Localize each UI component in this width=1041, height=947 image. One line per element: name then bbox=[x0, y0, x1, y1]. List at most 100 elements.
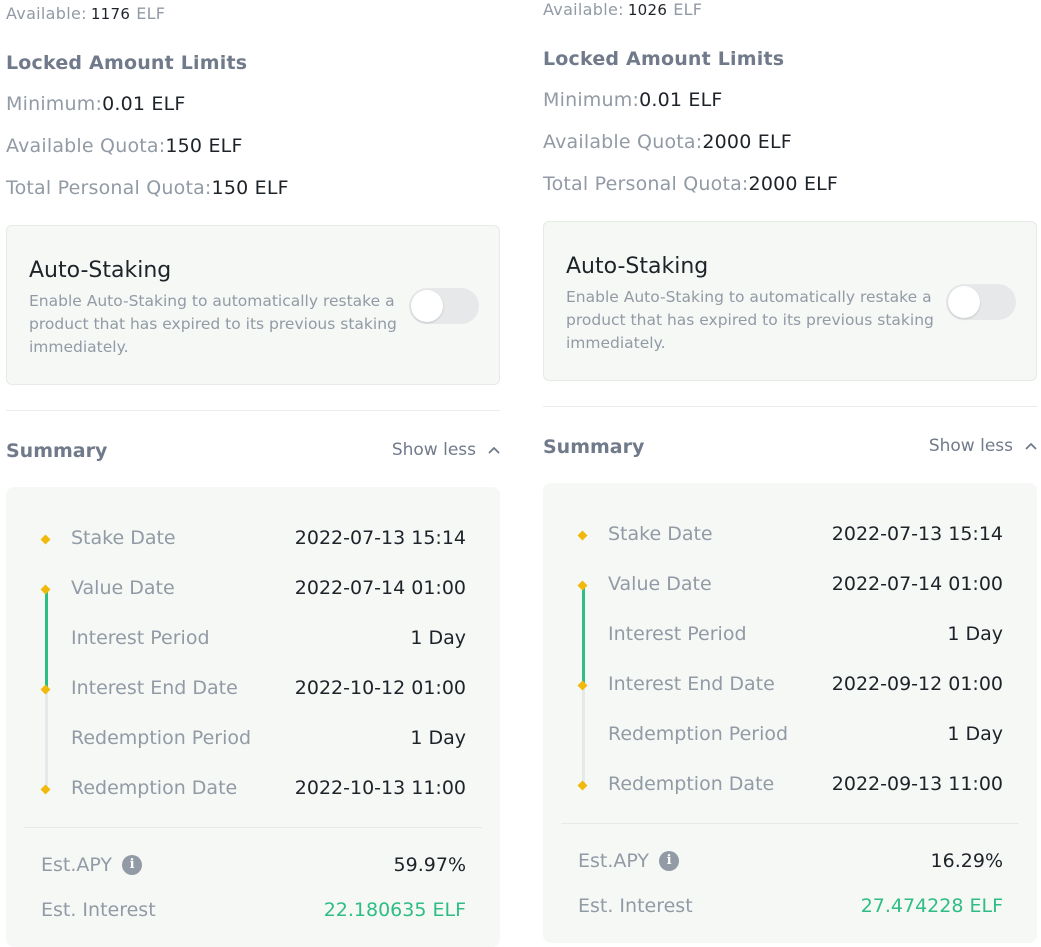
timeline-value: 1 Day bbox=[947, 723, 1003, 745]
total-personal-quota-row: Total Personal Quota:2000 ELF bbox=[543, 173, 838, 195]
total-quota-label: Total Personal Quota: bbox=[543, 173, 749, 195]
est-apy-value: 16.29% bbox=[930, 850, 1003, 872]
diamond-icon bbox=[40, 534, 51, 545]
timeline-row: Interest Period 1 Day bbox=[543, 623, 1037, 653]
est-apy-label: Est.APY bbox=[578, 850, 650, 872]
est-interest-label: Est. Interest bbox=[578, 895, 693, 917]
info-icon[interactable]: i bbox=[659, 851, 680, 871]
show-less-button[interactable]: Show less bbox=[929, 436, 1037, 456]
timeline-row: Interest End Date 2022-10-12 01:00 bbox=[6, 677, 500, 707]
minimum-value: 0.01 ELF bbox=[639, 89, 723, 111]
total-quota-label: Total Personal Quota: bbox=[6, 177, 212, 199]
timeline-row: Redemption Period 1 Day bbox=[543, 723, 1037, 753]
available-quota-label: Available Quota: bbox=[543, 131, 703, 153]
timeline-value: 2022-09-13 11:00 bbox=[831, 773, 1003, 795]
show-less-label: Show less bbox=[928, 436, 1013, 456]
summary-title: Summary bbox=[6, 440, 108, 462]
diamond-icon bbox=[577, 580, 588, 591]
available-balance: Available: 1176 ELF bbox=[6, 4, 165, 23]
diamond-icon bbox=[577, 780, 588, 791]
toggle-knob bbox=[411, 290, 443, 322]
auto-staking-toggle[interactable] bbox=[946, 284, 1016, 320]
est-interest-value: 27.474228 ELF bbox=[860, 895, 1003, 917]
auto-staking-card: Auto-Staking Enable Auto-Staking to auto… bbox=[6, 225, 500, 385]
auto-staking-description: Enable Auto-Staking to automatically res… bbox=[566, 288, 934, 352]
available-value: 1176 bbox=[90, 5, 131, 23]
locked-amount-limits-title: Locked Amount Limits bbox=[543, 48, 785, 70]
total-personal-quota-row: Total Personal Quota:150 ELF bbox=[6, 177, 289, 199]
total-quota-value: 150 ELF bbox=[211, 177, 289, 199]
staking-panel-right: Available: 1026 ELF Locked Amount Limits M… bbox=[543, 0, 1039, 943]
locked-amount-limits-title: Locked Amount Limits bbox=[6, 52, 248, 74]
timeline-value: 1 Day bbox=[947, 623, 1003, 645]
timeline-row: Value Date 2022-07-14 01:00 bbox=[543, 573, 1037, 603]
available-quota-row: Available Quota:2000 ELF bbox=[543, 131, 792, 153]
timeline-label: Interest End Date bbox=[608, 673, 775, 695]
timeline-label: Value Date bbox=[608, 573, 712, 595]
timeline-label: Interest Period bbox=[71, 627, 210, 649]
timeline-value: 2022-10-13 11:00 bbox=[294, 777, 466, 799]
minimum-label: Minimum: bbox=[6, 93, 103, 115]
est-apy-label: Est.APY bbox=[41, 854, 113, 876]
available-quota-value: 2000 ELF bbox=[702, 131, 792, 153]
timeline-row: Redemption Date 2022-10-13 11:00 bbox=[6, 777, 500, 807]
timeline-value: 2022-09-12 01:00 bbox=[831, 673, 1003, 695]
available-value: 1026 bbox=[627, 1, 668, 19]
summary-divider bbox=[24, 827, 482, 828]
chevron-up-icon bbox=[488, 447, 500, 454]
timeline-value: 2022-10-12 01:00 bbox=[294, 677, 466, 699]
available-unit: ELF bbox=[673, 0, 703, 19]
staking-panel-left: Available: 1176 ELF Locked Amount Limits M… bbox=[6, 0, 502, 947]
summary-timeline: Stake Date 2022-07-13 15:14 Value Date 2022… bbox=[543, 483, 1037, 813]
est-apy-label-group: Est.APY i bbox=[41, 854, 143, 876]
section-divider bbox=[6, 410, 500, 411]
minimum-row: Minimum:0.01 ELF bbox=[6, 93, 186, 115]
est-interest-value: 22.180635 ELF bbox=[323, 899, 466, 921]
timeline-row: Stake Date 2022-07-13 15:14 bbox=[6, 527, 500, 557]
timeline-value: 1 Day bbox=[410, 727, 466, 749]
timeline-label: Value Date bbox=[71, 577, 175, 599]
timeline-row: Redemption Period 1 Day bbox=[6, 727, 500, 757]
show-less-button[interactable]: Show less bbox=[392, 440, 500, 460]
diamond-icon bbox=[40, 584, 51, 595]
timeline-label: Redemption Period bbox=[71, 727, 252, 749]
diamond-icon bbox=[40, 684, 51, 695]
timeline-label: Stake Date bbox=[608, 523, 713, 545]
timeline-value: 1 Day bbox=[410, 627, 466, 649]
toggle-knob bbox=[948, 286, 980, 318]
est-apy-value: 59.97% bbox=[393, 854, 466, 876]
diamond-icon bbox=[40, 784, 51, 795]
diamond-icon bbox=[577, 680, 588, 691]
est-apy-label-group: Est.APY i bbox=[578, 850, 680, 872]
show-less-label: Show less bbox=[391, 440, 476, 460]
timeline-value: 2022-07-13 15:14 bbox=[831, 523, 1003, 545]
timeline-row: Redemption Date 2022-09-13 11:00 bbox=[543, 773, 1037, 803]
timeline-value: 2022-07-13 15:14 bbox=[294, 527, 466, 549]
available-quota-label: Available Quota: bbox=[6, 135, 166, 157]
diamond-icon bbox=[577, 530, 588, 541]
available-balance: Available: 1026 ELF bbox=[543, 0, 702, 19]
est-interest-label: Est. Interest bbox=[41, 899, 156, 921]
auto-staking-toggle[interactable] bbox=[409, 288, 479, 324]
timeline-row: Interest Period 1 Day bbox=[6, 627, 500, 657]
timeline-row: Value Date 2022-07-14 01:00 bbox=[6, 577, 500, 607]
timeline-value: 2022-07-14 01:00 bbox=[294, 577, 466, 599]
auto-staking-title: Auto-Staking bbox=[29, 258, 172, 283]
available-label: Available: bbox=[543, 0, 624, 19]
available-quota-row: Available Quota:150 ELF bbox=[6, 135, 243, 157]
summary-divider bbox=[561, 823, 1019, 824]
summary-timeline: Stake Date 2022-07-13 15:14 Value Date 2022… bbox=[6, 487, 500, 817]
timeline-label: Redemption Date bbox=[608, 773, 775, 795]
chevron-up-icon bbox=[1025, 443, 1037, 450]
summary-card: Stake Date 2022-07-13 15:14 Value Date 2022… bbox=[543, 483, 1037, 943]
summary-card: Stake Date 2022-07-13 15:14 Value Date 2022… bbox=[6, 487, 500, 947]
minimum-label: Minimum: bbox=[543, 89, 640, 111]
auto-staking-title: Auto-Staking bbox=[566, 254, 709, 279]
timeline-label: Interest Period bbox=[608, 623, 747, 645]
section-divider bbox=[543, 406, 1037, 407]
available-label: Available: bbox=[6, 4, 87, 23]
timeline-row: Stake Date 2022-07-13 15:14 bbox=[543, 523, 1037, 553]
total-quota-value: 2000 ELF bbox=[748, 173, 839, 195]
info-icon[interactable]: i bbox=[122, 855, 143, 875]
timeline-label: Stake Date bbox=[71, 527, 176, 549]
